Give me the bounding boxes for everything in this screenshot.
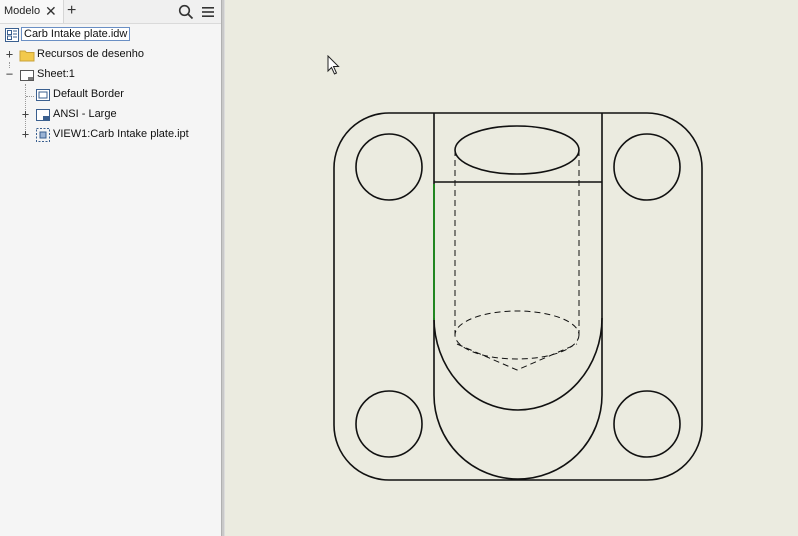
center-slot-outer <box>433 113 603 480</box>
mouse-cursor-icon <box>327 55 340 75</box>
expand-icon[interactable]: + <box>5 48 14 60</box>
expand-icon[interactable]: + <box>21 108 30 120</box>
close-icon[interactable]: ✕ <box>45 3 57 19</box>
bore-ellipse-bottom-hidden <box>454 310 580 360</box>
tree-item-document[interactable]: Carb Intake plate.idw <box>0 26 221 44</box>
expand-icon[interactable]: + <box>21 128 30 140</box>
tree-item-view1[interactable]: + VIEW1:Carb Intake plate.ipt <box>0 126 221 144</box>
tree-item-label: Sheet:1 <box>37 68 75 80</box>
browser-tabbar: Modelo ✕ + <box>0 0 221 24</box>
model-browser-panel: Modelo ✕ + Carb Intake plate.idw + Recur… <box>0 0 222 536</box>
border-icon <box>35 87 51 103</box>
drill-point-hidden <box>456 343 578 371</box>
collapse-icon[interactable]: − <box>5 68 14 80</box>
tab-modelo[interactable]: Modelo ✕ <box>0 0 64 23</box>
tab-label: Modelo <box>4 5 41 17</box>
plate-outline <box>333 112 703 481</box>
tree-item-label: Carb Intake plate.idw <box>21 27 131 41</box>
tree-item-sheet[interactable]: − Sheet:1 <box>0 66 221 84</box>
hamburger-menu-icon[interactable] <box>200 4 216 20</box>
title-block-icon <box>35 107 51 123</box>
inner-arc <box>433 317 603 411</box>
add-tab-icon[interactable]: + <box>67 2 76 20</box>
tree-item-label: Recursos de desenho <box>37 48 145 60</box>
search-icon[interactable] <box>178 4 194 20</box>
drawing-canvas[interactable] <box>225 0 798 536</box>
tree-item-drawing-resources[interactable]: + Recursos de desenho <box>0 46 221 64</box>
drawing-view-icon <box>35 127 51 143</box>
mounting-hole-top-right <box>613 133 681 201</box>
tree-item-label: Default Border <box>53 88 124 100</box>
tree-item-default-border[interactable]: Default Border <box>0 86 221 104</box>
bore-ellipse-top <box>454 125 580 175</box>
sheet-icon <box>19 67 35 83</box>
tree-item-title-block[interactable]: + ANSI - Large <box>0 106 221 124</box>
mounting-hole-bottom-right <box>613 390 681 458</box>
tree-item-label: ANSI - Large <box>53 108 117 120</box>
folder-icon <box>19 47 35 63</box>
drawing-document-icon <box>4 27 20 43</box>
mounting-hole-bottom-left <box>355 390 423 458</box>
mounting-hole-top-left <box>355 133 423 201</box>
drawing-view <box>333 112 703 481</box>
tree-item-label: VIEW1:Carb Intake plate.ipt <box>53 128 189 140</box>
